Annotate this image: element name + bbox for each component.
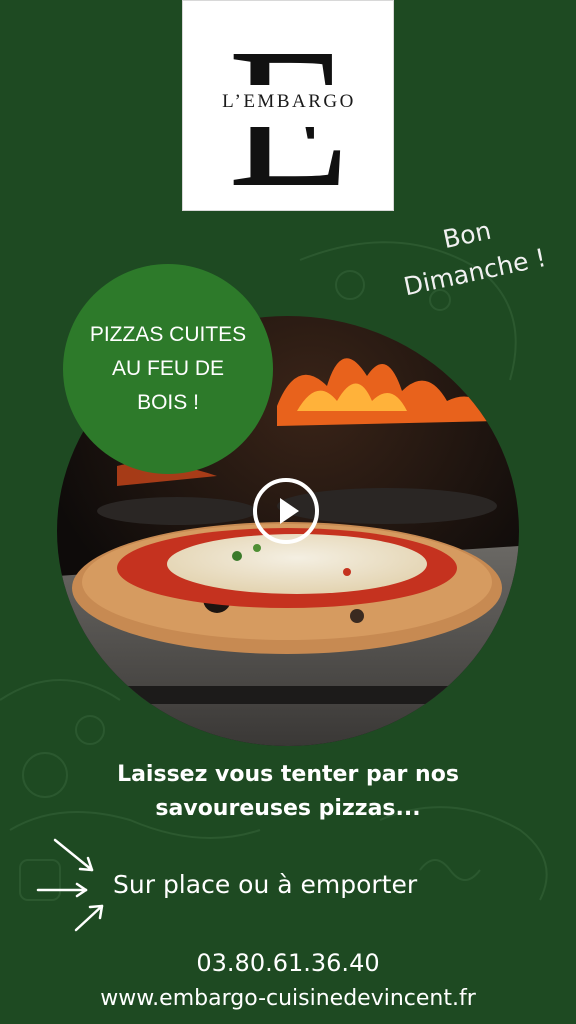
play-icon bbox=[280, 498, 299, 524]
badge-line-1: PIZZAS CUITES bbox=[89, 323, 247, 346]
tagline-line-2: savoureuses pizzas... bbox=[155, 796, 421, 821]
badge-line-2: AU FEU DE bbox=[111, 357, 224, 380]
restaurant-logo: E L’EMBARGO bbox=[182, 0, 394, 212]
service-text: Sur place ou à emporter bbox=[113, 870, 418, 899]
phone-number[interactable]: 03.80.61.36.40 bbox=[0, 946, 576, 980]
tagline: Laissez vous tenter par nos savoureuses … bbox=[40, 758, 536, 826]
logo-wordmark: L’EMBARGO bbox=[222, 91, 356, 112]
tagline-line-1: Laissez vous tenter par nos bbox=[117, 762, 459, 787]
wood-fired-badge: PIZZAS CUITES AU FEU DE BOIS ! bbox=[63, 264, 273, 474]
arrows-icon bbox=[36, 838, 104, 932]
website-link[interactable]: www.embargo-cuisinedevincent.fr bbox=[0, 982, 576, 1016]
badge-line-3: BOIS ! bbox=[137, 391, 199, 414]
play-button[interactable] bbox=[253, 478, 319, 544]
